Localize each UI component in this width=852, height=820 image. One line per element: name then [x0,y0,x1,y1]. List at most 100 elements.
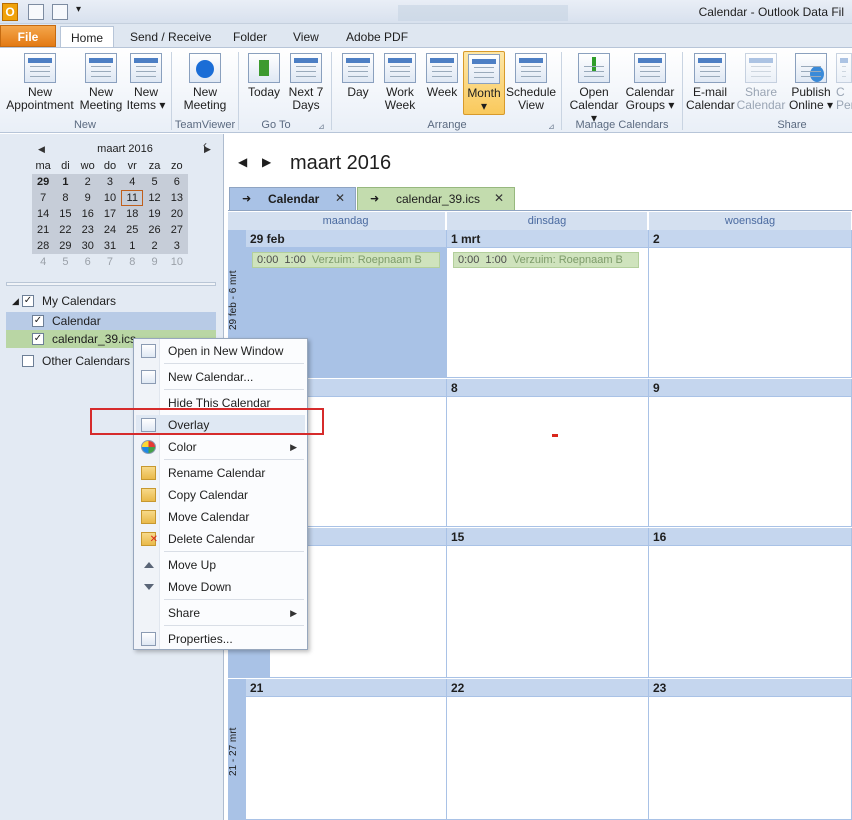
work-week-view-button[interactable]: Work Week [380,53,420,112]
day-cell[interactable]: 16 [649,528,852,678]
mini-calendar-day[interactable]: 2 [76,174,99,190]
calendar-event[interactable]: 0:00 1:00 Verzuim: Roepnaam B [252,252,440,268]
mini-calendar-day[interactable]: 13 [165,190,188,206]
mini-calendar-day[interactable]: 1 [54,174,77,190]
mini-calendar-day[interactable]: 7 [99,254,121,270]
mini-calendar-day[interactable]: 16 [76,206,99,222]
mini-calendar-day[interactable]: 5 [143,174,166,190]
email-calendar-button[interactable]: E-mail Calendar [686,53,735,112]
teamviewer-meeting-button[interactable]: New Meeting [180,53,230,112]
menu-item-open-new-window[interactable]: Open in New Window [136,341,305,361]
mini-calendar-day[interactable]: 10 [98,190,122,206]
publish-online-button[interactable]: Publish Online ▾ [788,53,834,112]
mini-calendar-day[interactable]: 3 [165,238,188,254]
mini-calendar-day[interactable]: 12 [143,190,166,206]
quick-access-dropdown-icon[interactable]: ▾ [76,4,81,15]
menu-item-properties[interactable]: Properties... [136,629,305,649]
next-7-days-button[interactable]: Next 7 Days [286,53,326,112]
tab-arrow-icon[interactable]: ➜ [242,192,251,205]
tab-send-receive[interactable]: Send / Receive [120,26,221,48]
mini-calendar-day[interactable]: 30 [76,238,99,254]
mini-calendar-day[interactable]: 27 [165,222,188,238]
close-icon[interactable]: ✕ [494,191,504,205]
mini-calendar-day[interactable]: 18 [121,206,144,222]
mini-calendar-day[interactable]: 10 [166,254,188,270]
dialog-launcher-icon[interactable]: ⊿ [318,122,325,131]
tab-adobe-pdf[interactable]: Adobe PDF [336,26,418,48]
mini-calendar-day[interactable]: 5 [54,254,76,270]
next-month-icon[interactable]: ▶ [262,155,271,169]
day-cell[interactable]: 9 [649,379,852,527]
schedule-view-button[interactable]: Schedule View [506,53,556,112]
ics-calendar-checkbox[interactable]: ✓ [32,333,44,345]
mini-calendar-day[interactable]: 7 [32,190,55,206]
day-cell[interactable]: 21 [246,679,447,820]
menu-item-rename-calendar[interactable]: Rename Calendar [136,463,305,483]
today-button[interactable]: Today [244,53,284,99]
my-calendars-checkbox[interactable]: ✓ [22,295,34,307]
mini-calendar-day[interactable]: 2 [143,238,166,254]
day-cell[interactable]: 2 [649,230,852,378]
mini-calendar-day[interactable]: 9 [143,254,165,270]
tree-item-calendar[interactable]: ✓ Calendar [6,312,216,330]
mini-calendar-day[interactable]: 4 [121,174,144,190]
mini-calendar-day[interactable]: 20 [165,206,188,222]
day-cell[interactable]: 15 [447,528,649,678]
mini-calendar-day[interactable]: 17 [98,206,122,222]
close-icon[interactable]: ✕ [335,191,345,205]
calendar-event[interactable]: 0:00 1:00 Verzuim: Roepnaam B [453,252,639,268]
mini-calendar-next-icon[interactable]: ▶ [204,144,211,155]
pane-splitter[interactable] [6,282,216,286]
tab-file[interactable]: File [0,25,56,47]
menu-item-color[interactable]: Color ▶ [136,437,305,457]
send-receive-icon[interactable] [28,4,44,20]
day-view-button[interactable]: Day [338,53,378,99]
menu-item-share[interactable]: Share ▶ [136,603,305,623]
mini-calendar-today[interactable]: 11 [121,190,144,206]
mini-calendar-day[interactable]: 8 [121,254,143,270]
mini-calendar-day[interactable]: 26 [143,222,166,238]
month-view-button[interactable]: Month ▾ [463,51,505,115]
undo-icon[interactable] [52,4,68,20]
outlook-app-icon[interactable]: O [2,3,18,21]
week-label[interactable]: 29 feb - 6 mrt [228,252,246,348]
expand-triangle-icon[interactable]: ◢ [12,292,19,310]
other-calendars-checkbox[interactable] [22,355,34,367]
new-appointment-button[interactable]: New Appointment [4,53,76,112]
new-meeting-button[interactable]: New Meeting [78,53,124,112]
tab-folder[interactable]: Folder [223,26,277,48]
mini-calendar-day[interactable]: 21 [32,222,55,238]
mini-calendar-day[interactable]: 14 [32,206,55,222]
mini-calendar-day[interactable]: 22 [54,222,77,238]
mini-calendar-day[interactable]: 9 [76,190,99,206]
dialog-launcher-icon[interactable]: ⊿ [548,122,555,131]
mini-calendar-day[interactable]: 6 [165,174,188,190]
menu-item-new-calendar[interactable]: New Calendar... [136,367,305,387]
mini-calendar-day[interactable]: 24 [98,222,122,238]
new-items-button[interactable]: New Items ▾ [126,53,166,112]
mini-calendar-day[interactable]: 6 [77,254,99,270]
mini-calendar-day[interactable]: 25 [121,222,144,238]
day-cell[interactable]: 22 [447,679,649,820]
previous-month-icon[interactable]: ◀ [238,155,247,169]
day-cell[interactable]: 8 [447,379,649,527]
menu-item-move-calendar[interactable]: Move Calendar [136,507,305,527]
calendar-groups-button[interactable]: Calendar Groups ▾ [624,53,676,112]
tab-arrow-icon[interactable]: ➜ [370,192,379,205]
mini-calendar-day[interactable]: 4 [32,254,54,270]
week-label[interactable]: 21 - 27 mrt [228,712,246,792]
tab-view[interactable]: View [283,26,329,48]
mini-calendar-day[interactable]: 3 [98,174,122,190]
menu-item-copy-calendar[interactable]: Copy Calendar [136,485,305,505]
calendar-tab[interactable]: ➜ Calendar ✕ [229,187,356,210]
mini-calendar-day[interactable]: 1 [121,238,144,254]
menu-item-delete-calendar[interactable]: Delete Calendar [136,529,305,550]
mini-calendar-day[interactable]: 19 [143,206,166,222]
open-calendar-button[interactable]: Open Calendar ▾ [566,53,622,125]
mini-calendar-day[interactable]: 23 [76,222,99,238]
mini-calendar-day[interactable]: 29 [54,238,77,254]
menu-item-move-up[interactable]: Move Up [136,555,305,575]
ics-calendar-tab[interactable]: ➜ calendar_39.ics ✕ [357,187,515,210]
day-cell[interactable]: 23 [649,679,852,820]
mini-calendar-day[interactable]: 28 [32,238,55,254]
